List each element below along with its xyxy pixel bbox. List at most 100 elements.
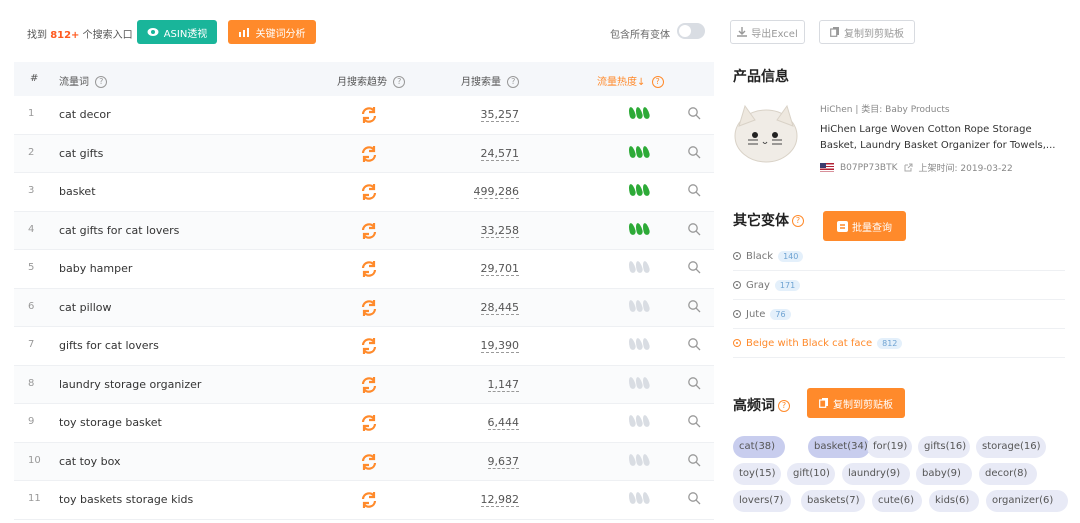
help-icon[interactable]: ? xyxy=(778,400,790,412)
frequent-tag[interactable]: cat(38) xyxy=(733,436,785,458)
table-row[interactable]: 7 gifts for cat lovers 19,390 xyxy=(14,327,714,366)
radio-icon[interactable] xyxy=(733,252,741,260)
trend-refresh-icon[interactable] xyxy=(359,375,379,395)
row-volume[interactable]: 499,286 xyxy=(444,185,519,199)
row-volume[interactable]: 12,982 xyxy=(444,493,519,507)
search-icon[interactable] xyxy=(687,106,701,120)
variant-item[interactable]: Beige with Black cat face 812 xyxy=(733,329,1065,358)
table-row[interactable]: 5 baby hamper 29,701 xyxy=(14,250,714,289)
product-image[interactable] xyxy=(733,102,803,164)
row-keyword[interactable]: cat gifts for cat lovers xyxy=(59,224,179,237)
header-trend[interactable]: 月搜索趋势 ? xyxy=(337,73,406,88)
variant-item[interactable]: Jute 76 xyxy=(733,300,1065,329)
trend-refresh-icon[interactable] xyxy=(359,452,379,472)
trend-refresh-icon[interactable] xyxy=(359,259,379,279)
header-keyword[interactable]: 流量词 ? xyxy=(59,73,108,88)
search-icon[interactable] xyxy=(687,491,701,505)
help-icon[interactable]: ? xyxy=(507,76,520,88)
frequent-tag[interactable]: for(19) xyxy=(867,436,912,458)
radio-icon[interactable] xyxy=(733,310,741,318)
table-row[interactable]: 10 cat toy box 9,637 xyxy=(14,442,714,481)
table-row[interactable]: 4 cat gifts for cat lovers 33,258 xyxy=(14,211,714,250)
trend-refresh-icon[interactable] xyxy=(359,298,379,318)
trend-refresh-icon[interactable] xyxy=(359,413,379,433)
row-keyword[interactable]: toy baskets storage kids xyxy=(59,493,193,506)
include-variants-toggle[interactable] xyxy=(677,23,705,39)
row-keyword[interactable]: cat pillow xyxy=(59,301,111,314)
help-icon[interactable]: ? xyxy=(651,76,664,88)
keyword-analysis-button[interactable]: 关键词分析 xyxy=(228,20,316,44)
row-keyword[interactable]: cat decor xyxy=(59,108,111,121)
frequent-tag[interactable]: kids(6) xyxy=(929,490,979,512)
frequent-tag[interactable]: organizer(6) xyxy=(986,490,1068,512)
row-keyword[interactable]: laundry storage organizer xyxy=(59,378,201,391)
radio-icon[interactable] xyxy=(733,339,741,347)
search-icon[interactable] xyxy=(687,260,701,274)
row-volume[interactable]: 35,257 xyxy=(444,108,519,122)
search-icon[interactable] xyxy=(687,222,701,236)
frequent-tag[interactable]: gift(10) xyxy=(787,463,835,485)
table-row[interactable]: 1 cat decor 35,257 xyxy=(14,96,714,135)
frequent-tag[interactable]: toy(15) xyxy=(733,463,781,485)
help-icon[interactable]: ? xyxy=(393,76,406,88)
batch-query-button[interactable]: 批量查询 xyxy=(823,211,906,241)
trend-refresh-icon[interactable] xyxy=(359,182,379,202)
radio-icon[interactable] xyxy=(733,281,741,289)
row-volume[interactable]: 33,258 xyxy=(444,223,519,238)
search-icon[interactable] xyxy=(687,299,701,313)
frequent-tag[interactable]: decor(8) xyxy=(979,463,1037,485)
frequent-tag[interactable]: lovers(7) xyxy=(733,490,791,512)
row-keyword[interactable]: basket xyxy=(59,185,96,198)
trend-refresh-icon[interactable] xyxy=(359,336,379,356)
row-volume[interactable]: 29,701 xyxy=(444,262,519,276)
search-icon[interactable] xyxy=(687,414,701,428)
frequent-tag[interactable]: basket(34) xyxy=(808,436,870,458)
trend-refresh-icon[interactable] xyxy=(359,105,379,125)
frequent-tag[interactable]: gifts(16) xyxy=(918,436,970,458)
row-volume[interactable]: 24,571 xyxy=(444,146,519,161)
table-row[interactable]: 8 laundry storage organizer 1,147 xyxy=(14,365,714,404)
search-icon[interactable] xyxy=(687,183,701,197)
product-brand[interactable]: HiChen xyxy=(820,105,853,115)
table-row[interactable]: 6 cat pillow 28,445 xyxy=(14,288,714,327)
row-volume[interactable]: 6,444 xyxy=(444,416,519,430)
trend-refresh-icon[interactable] xyxy=(359,490,379,510)
copy-frequent-button[interactable]: 复制到剪贴板 xyxy=(807,388,905,418)
external-link-icon[interactable] xyxy=(904,163,913,172)
row-keyword[interactable]: cat toy box xyxy=(59,455,121,468)
frequent-tag[interactable]: storage(16) xyxy=(976,436,1046,458)
asin-view-button[interactable]: ASIN透视 xyxy=(137,20,217,44)
variant-item[interactable]: Gray 171 xyxy=(733,271,1065,300)
export-excel-button[interactable]: 导出Excel xyxy=(730,20,805,44)
variant-item[interactable]: Black 140 xyxy=(733,242,1065,271)
row-keyword[interactable]: baby hamper xyxy=(59,262,132,275)
header-heat[interactable]: 流量热度↓ ? xyxy=(597,73,664,88)
trend-refresh-icon[interactable] xyxy=(359,144,379,164)
row-keyword[interactable]: toy storage basket xyxy=(59,416,162,429)
frequent-tag[interactable]: baskets(7) xyxy=(801,490,865,512)
help-icon[interactable]: ? xyxy=(95,76,108,88)
trend-refresh-icon[interactable] xyxy=(359,221,379,241)
frequent-tag[interactable]: cute(6) xyxy=(872,490,922,512)
table-row[interactable]: 9 toy storage basket 6,444 xyxy=(14,404,714,443)
table-row[interactable]: 3 basket 499,286 xyxy=(14,173,714,212)
row-volume[interactable]: 28,445 xyxy=(444,300,519,315)
table-row[interactable]: 2 cat gifts 24,571 xyxy=(14,134,714,173)
row-volume[interactable]: 1,147 xyxy=(444,377,519,392)
row-keyword[interactable]: gifts for cat lovers xyxy=(59,339,159,352)
row-keyword[interactable]: cat gifts xyxy=(59,147,103,160)
row-volume[interactable]: 19,390 xyxy=(444,339,519,353)
search-icon[interactable] xyxy=(687,376,701,390)
help-icon[interactable]: ? xyxy=(792,215,804,227)
search-icon[interactable] xyxy=(687,145,701,159)
search-icon[interactable] xyxy=(687,453,701,467)
copy-clipboard-button[interactable]: 复制到剪贴板 xyxy=(819,20,915,44)
frequent-tag[interactable]: laundry(9) xyxy=(842,463,910,485)
table-row[interactable]: 11 toy baskets storage kids 12,982 xyxy=(14,481,714,520)
search-icon[interactable] xyxy=(687,337,701,351)
product-title[interactable]: HiChen Large Woven Cotton Rope Storage B… xyxy=(820,122,1070,154)
header-volume[interactable]: 月搜索量 ? xyxy=(461,73,520,88)
row-volume[interactable]: 9,637 xyxy=(444,454,519,469)
frequent-tag[interactable]: baby(9) xyxy=(916,463,972,485)
product-asin[interactable]: B07PP73BTK xyxy=(840,163,898,173)
